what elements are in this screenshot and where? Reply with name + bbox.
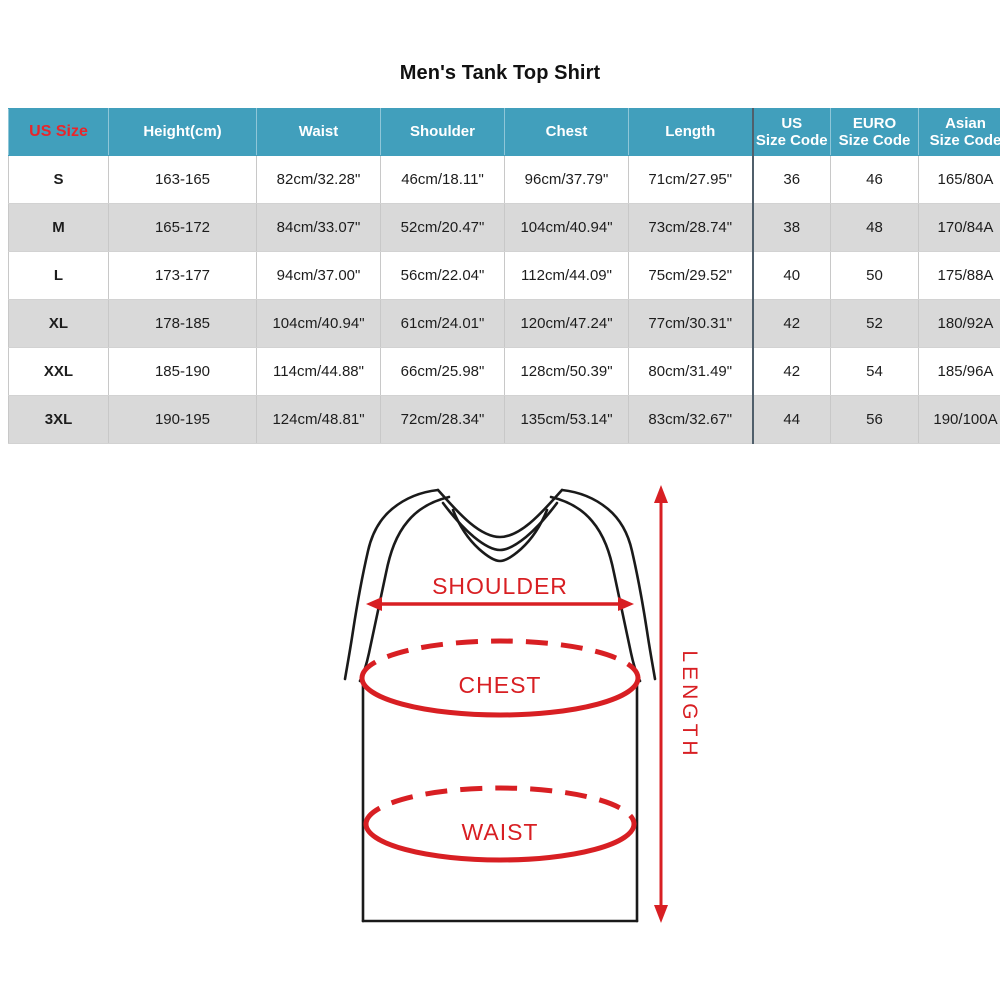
- cell-asian-size-code: 175/88A: [918, 251, 1000, 300]
- column-header-length-label: Length: [665, 123, 716, 141]
- shoulder-measure-arrow: [366, 597, 634, 611]
- cell-us-size-code: 42: [752, 347, 831, 396]
- cell-height: 190-195: [108, 395, 257, 444]
- cell-chest: 120cm/47.24": [504, 299, 629, 348]
- cell-shoulder: 52cm/20.47": [380, 203, 505, 252]
- page-title: Men's Tank Top Shirt: [399, 62, 601, 84]
- size-chart-table-body: S 163-165 82cm/32.28" 46cm/18.11" 96cm/3…: [8, 155, 1000, 444]
- cell-us-size: S: [8, 155, 109, 204]
- cell-euro-size-code: 56: [830, 395, 919, 444]
- cell-us-size: XXL: [8, 347, 109, 396]
- waist-label: WAIST: [462, 819, 539, 845]
- cell-waist: 94cm/37.00": [256, 251, 381, 300]
- cell-us-size: 3XL: [8, 395, 109, 444]
- length-measure-arrow: [654, 485, 668, 923]
- column-header-us-size: US Size: [8, 108, 109, 156]
- cell-us-size-code: 42: [752, 299, 831, 348]
- table-header-row: US Size Height(cm) Waist Shoulder Chest …: [8, 108, 1000, 156]
- column-header-euro-size-code-line2: Size Code: [838, 132, 911, 149]
- cell-euro-size-code: 52: [830, 299, 919, 348]
- cell-asian-size-code: 180/92A: [918, 299, 1000, 348]
- cell-waist: 124cm/48.81": [256, 395, 381, 444]
- table-row: XL 178-185 104cm/40.94" 61cm/24.01" 120c…: [8, 299, 1000, 348]
- cell-us-size-code: 44: [752, 395, 831, 444]
- column-header-chest: Chest: [504, 108, 629, 156]
- column-header-asian-size-code: Asian Size Code: [918, 108, 1000, 156]
- shoulder-label: SHOULDER: [432, 573, 568, 599]
- table-row: 3XL 190-195 124cm/48.81" 72cm/28.34" 135…: [8, 395, 1000, 444]
- cell-height: 163-165: [108, 155, 257, 204]
- chest-label: CHEST: [459, 672, 542, 698]
- cell-height: 178-185: [108, 299, 257, 348]
- cell-us-size-code: 36: [752, 155, 831, 204]
- cell-length: 71cm/27.95": [628, 155, 754, 204]
- cell-us-size-code: 40: [752, 251, 831, 300]
- column-header-waist-label: Waist: [298, 123, 339, 141]
- column-header-length: Length: [628, 108, 754, 156]
- table-row: L 173-177 94cm/37.00" 56cm/22.04" 112cm/…: [8, 251, 1000, 300]
- cell-chest: 96cm/37.79": [504, 155, 629, 204]
- cell-length: 77cm/30.31": [628, 299, 754, 348]
- column-header-euro-size-code: EURO Size Code: [830, 108, 919, 156]
- cell-chest: 104cm/40.94": [504, 203, 629, 252]
- cell-chest: 135cm/53.14": [504, 395, 629, 444]
- size-chart-table-container: US Size Height(cm) Waist Shoulder Chest …: [8, 108, 1000, 444]
- cell-us-size: M: [8, 203, 109, 252]
- cell-length: 75cm/29.52": [628, 251, 754, 300]
- cell-length: 73cm/28.74": [628, 203, 754, 252]
- cell-waist: 82cm/32.28": [256, 155, 381, 204]
- cell-asian-size-code: 190/100A: [918, 395, 1000, 444]
- column-header-height: Height(cm): [108, 108, 257, 156]
- measurement-diagram: SHOULDER CHEST WAIST LENGTH: [0, 455, 1000, 975]
- cell-euro-size-code: 50: [830, 251, 919, 300]
- cell-waist: 104cm/40.94": [256, 299, 381, 348]
- column-header-height-label: Height(cm): [143, 123, 222, 141]
- cell-asian-size-code: 185/96A: [918, 347, 1000, 396]
- column-header-us-size-code-line2: Size Code: [755, 132, 828, 149]
- column-header-chest-label: Chest: [545, 123, 588, 141]
- table-row: XXL 185-190 114cm/44.88" 66cm/25.98" 128…: [8, 347, 1000, 396]
- cell-waist: 114cm/44.88": [256, 347, 381, 396]
- cell-chest: 128cm/50.39": [504, 347, 629, 396]
- column-header-us-size-code-line1: US: [781, 114, 803, 132]
- cell-shoulder: 61cm/24.01": [380, 299, 505, 348]
- cell-chest: 112cm/44.09": [504, 251, 629, 300]
- cell-length: 80cm/31.49": [628, 347, 754, 396]
- column-header-waist: Waist: [256, 108, 381, 156]
- cell-shoulder: 66cm/25.98": [380, 347, 505, 396]
- cell-us-size-code: 38: [752, 203, 831, 252]
- column-header-shoulder-label: Shoulder: [409, 123, 475, 141]
- cell-shoulder: 46cm/18.11": [380, 155, 505, 204]
- column-header-us-size-code: US Size Code: [752, 108, 831, 156]
- cell-us-size: L: [8, 251, 109, 300]
- tank-top-outline-icon: [343, 488, 657, 923]
- cell-euro-size-code: 54: [830, 347, 919, 396]
- table-row: M 165-172 84cm/33.07" 52cm/20.47" 104cm/…: [8, 203, 1000, 252]
- column-header-asian-size-code-line2: Size Code: [929, 132, 1000, 149]
- cell-height: 173-177: [108, 251, 257, 300]
- column-header-us-size-label: US Size: [29, 122, 88, 140]
- cell-euro-size-code: 48: [830, 203, 919, 252]
- cell-height: 185-190: [108, 347, 257, 396]
- cell-shoulder: 72cm/28.34": [380, 395, 505, 444]
- cell-shoulder: 56cm/22.04": [380, 251, 505, 300]
- table-row: S 163-165 82cm/32.28" 46cm/18.11" 96cm/3…: [8, 155, 1000, 204]
- column-header-euro-size-code-line1: EURO: [852, 114, 897, 132]
- column-header-asian-size-code-line1: Asian: [945, 114, 986, 132]
- cell-euro-size-code: 46: [830, 155, 919, 204]
- length-label: LENGTH: [678, 650, 701, 759]
- cell-length: 83cm/32.67": [628, 395, 754, 444]
- cell-waist: 84cm/33.07": [256, 203, 381, 252]
- cell-asian-size-code: 170/84A: [918, 203, 1000, 252]
- column-header-shoulder: Shoulder: [380, 108, 505, 156]
- cell-height: 165-172: [108, 203, 257, 252]
- size-chart-table: US Size Height(cm) Waist Shoulder Chest …: [8, 108, 1000, 444]
- cell-asian-size-code: 165/80A: [918, 155, 1000, 204]
- cell-us-size: XL: [8, 299, 109, 348]
